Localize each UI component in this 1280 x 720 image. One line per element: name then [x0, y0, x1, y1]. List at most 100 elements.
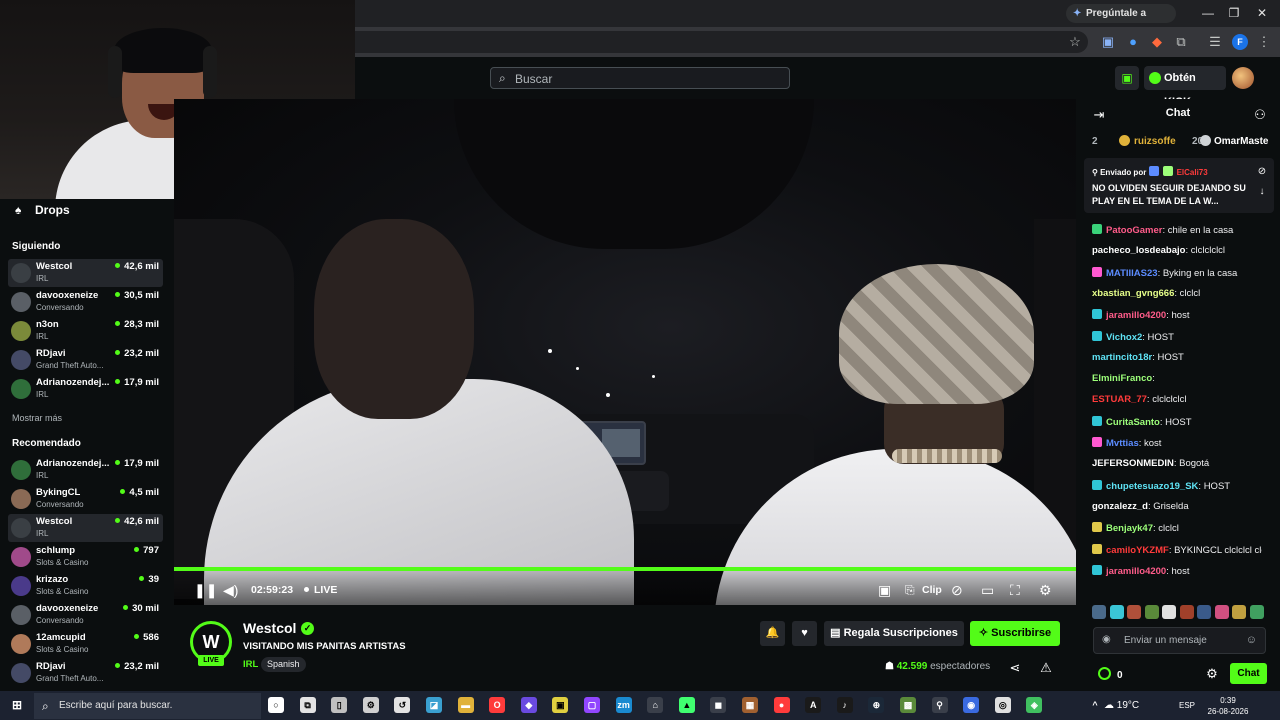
taskbar-app-icon[interactable]: ▯ — [331, 697, 348, 713]
expand-arrow-icon[interactable]: ↓ — [1254, 184, 1270, 200]
taskbar-app-icon[interactable]: ○ — [268, 697, 284, 713]
sidebar-channel[interactable]: davooxeneize Conversando 30 mil — [8, 601, 163, 629]
sidebar-channel[interactable]: krizazo Slots & Casino 39 — [8, 572, 163, 600]
chat-gear-icon[interactable]: ⚙ — [1204, 666, 1220, 682]
chat-username[interactable]: Benjayk47 — [1106, 523, 1153, 534]
emote-icon[interactable] — [1162, 605, 1176, 619]
chat-username[interactable]: Vichox2 — [1106, 332, 1142, 343]
show-more-link[interactable]: Mostrar más — [12, 413, 62, 423]
browser-menu-icon[interactable]: ⋮ — [1256, 34, 1272, 50]
emote-icon[interactable] — [1144, 605, 1159, 619]
report-icon[interactable]: ⚠ — [1038, 660, 1054, 676]
fullscreen-icon[interactable]: ⛶ — [1010, 582, 1020, 598]
stream-category[interactable]: IRL — [243, 659, 258, 670]
emote-icon[interactable] — [1232, 605, 1246, 619]
chat-users-icon[interactable]: ⚇ — [1252, 107, 1268, 123]
video-player[interactable] — [174, 99, 1076, 605]
chat-username[interactable]: Mvttias — [1106, 438, 1139, 449]
user-avatar[interactable] — [1232, 67, 1254, 89]
close-button[interactable]: ✕ — [1252, 4, 1272, 22]
taskbar-app-icon[interactable]: ⊕ — [868, 697, 885, 713]
sidebar-channel[interactable]: Westcol IRL 42,6 mil — [8, 259, 163, 287]
taskbar-app-icon[interactable]: ↺ — [394, 697, 411, 713]
taskbar-app-icon[interactable]: ◎ — [994, 697, 1011, 713]
taskbar-app-icon[interactable]: ▣ — [552, 697, 569, 713]
share-icon[interactable]: ⋖ — [1007, 660, 1023, 676]
notification-bell-button[interactable]: 🔔 — [760, 621, 785, 646]
taskbar-app-icon[interactable]: ▬ — [457, 697, 474, 713]
sidebar-channel[interactable]: BykingCL Conversando 4,5 mil — [8, 485, 163, 513]
unpin-icon[interactable]: ⊘ — [1254, 164, 1270, 180]
chat-username[interactable]: MATIIIAS23 — [1106, 268, 1158, 279]
stream-tag[interactable]: Spanish — [261, 657, 306, 672]
taskbar-app-icon[interactable]: ◈ — [1026, 697, 1043, 713]
taskbar-app-icon[interactable]: ▩ — [900, 697, 916, 713]
sidebar-channel[interactable]: RDjavi Grand Theft Auto... 23,2 mil — [8, 346, 163, 374]
emote-icon[interactable] — [1249, 605, 1264, 619]
gemini-button[interactable]: ✦Pregúntale a Gemini — [1066, 4, 1176, 38]
chat-username[interactable]: JEFERSONMEDIN — [1092, 458, 1174, 469]
chat-username[interactable]: jaramillo4200 — [1106, 310, 1166, 321]
theater-mode-icon[interactable]: ▭ — [981, 582, 994, 598]
sidebar-channel[interactable]: 12amcupid Slots & Casino 586 — [8, 630, 163, 658]
drops-link[interactable]: ♠ Drops — [15, 203, 70, 217]
settings-gear-icon[interactable]: ⚙ — [1039, 582, 1052, 598]
clip-icon[interactable]: ⎘ — [905, 582, 915, 598]
chat-username[interactable]: ElminiFranco — [1092, 373, 1152, 384]
emote-icon[interactable] — [1179, 605, 1194, 619]
sidebar-channel[interactable]: davooxeneize Conversando 30,5 mil — [8, 288, 163, 316]
taskbar-app-icon[interactable]: ⌂ — [647, 697, 664, 713]
taskbar-app-icon[interactable]: ▢ — [584, 697, 600, 713]
progress-bar[interactable] — [174, 567, 1076, 571]
extensions-puzzle-icon[interactable]: ⧉ — [1173, 34, 1189, 50]
subscribe-button[interactable]: ✧ Suscribirse — [970, 621, 1060, 646]
gift-subs-button[interactable]: ▤ Regala Suscripciones — [824, 621, 964, 646]
miniplayer-icon[interactable]: ▣ — [878, 582, 891, 598]
emote-icon[interactable] — [1109, 605, 1124, 619]
taskbar-app-icon[interactable]: A — [805, 697, 822, 713]
search-input[interactable]: ⌕ Buscar — [490, 67, 790, 89]
taskbar-app-icon[interactable]: ◉ — [963, 697, 980, 713]
taskbar-app-icon[interactable]: zm — [615, 697, 632, 713]
sidebar-channel[interactable]: Westcol IRL 42,6 mil — [8, 514, 163, 542]
chat-username[interactable]: chupetesuazo19_SK — [1106, 481, 1198, 492]
volume-icon[interactable]: ◀) — [223, 582, 238, 598]
live-indicator[interactable]: LIVE — [304, 584, 337, 596]
reading-list-icon[interactable]: ☰ — [1207, 34, 1223, 50]
emoji-icon[interactable]: ☺ — [1246, 634, 1257, 646]
extension-icon[interactable]: ● — [1125, 34, 1141, 50]
weather-widget[interactable]: ☁ 19°C — [1104, 700, 1139, 711]
emote-icon[interactable] — [1214, 605, 1229, 619]
taskbar-app-icon[interactable]: O — [489, 697, 506, 713]
chat-username[interactable]: jaramillo4200 — [1106, 566, 1166, 577]
taskbar-app-icon[interactable]: ⚙ — [362, 697, 379, 713]
channel-name[interactable]: Westcol — [243, 620, 296, 636]
chat-username[interactable]: camiloYKZMF — [1106, 545, 1169, 556]
profile-avatar[interactable]: F — [1232, 34, 1248, 50]
taskbar-app-icon[interactable]: ◪ — [426, 697, 442, 713]
taskbar-search[interactable]: ⌕ Escribe aquí para buscar. — [34, 693, 261, 719]
chat-username[interactable]: pacheco_losdeabajo — [1092, 245, 1185, 256]
chat-username[interactable]: xbastian_gvng666 — [1092, 288, 1174, 299]
taskbar-app-icon[interactable]: ▲ — [678, 697, 695, 713]
windows-start-icon[interactable]: ⊞ — [9, 697, 25, 713]
taskbar-app-icon[interactable]: ● — [773, 697, 790, 713]
clip-button[interactable]: Clip — [922, 584, 942, 596]
sidebar-channel[interactable]: Adrianozendej... IRL 17,9 mil — [8, 456, 163, 484]
bookmark-star-icon[interactable]: ☆ — [1067, 34, 1083, 50]
sidebar-channel[interactable]: Adrianozendej... IRL 17,9 mil — [8, 375, 163, 403]
sidebar-channel[interactable]: n3on IRL 28,3 mil — [8, 317, 163, 345]
language-indicator[interactable]: ESP — [1179, 701, 1195, 710]
chat-username[interactable]: CuritaSanto — [1106, 417, 1160, 428]
chat-username[interactable]: PatooGamer — [1106, 225, 1163, 236]
chat-username[interactable]: gonzalezz_d — [1092, 501, 1148, 512]
translate-extension-icon[interactable]: ▣ — [1100, 34, 1116, 50]
chat-username[interactable]: martincito18r — [1092, 352, 1152, 363]
emote-icon[interactable] — [1197, 605, 1211, 619]
emote-icon[interactable] — [1092, 605, 1106, 619]
minimize-button[interactable]: — — [1198, 4, 1218, 22]
extension-fox-icon[interactable]: ◆ — [1149, 34, 1165, 50]
chat-input[interactable]: ◉ Enviar un mensaje ☺ — [1093, 627, 1266, 654]
get-kicks-button[interactable]: Obtén KICKs — [1144, 66, 1226, 108]
taskbar-app-icon[interactable]: ♪ — [836, 697, 853, 713]
